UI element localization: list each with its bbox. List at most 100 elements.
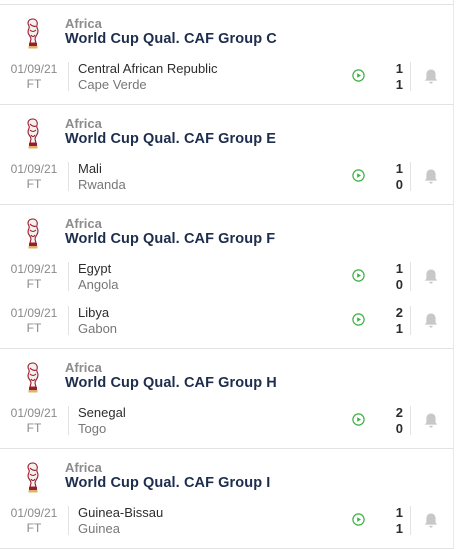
match-date-status: 01/09/21 FT	[8, 306, 60, 336]
match-rows: 01/09/21 FT Guinea-Bissau Guinea 1 1	[0, 504, 453, 548]
score-divider	[410, 406, 411, 435]
league-header[interactable]: Africa World Cup Qual. CAF Group C	[0, 5, 453, 60]
league-name[interactable]: World Cup Qual. CAF Group C	[65, 31, 277, 47]
match-rows: 01/09/21 FT Egypt Angola 1 0 01/09/21 FT…	[0, 260, 453, 348]
bell-icon[interactable]	[423, 168, 439, 185]
home-team: Libya	[78, 305, 110, 320]
league-region: Africa	[65, 216, 102, 231]
league-group: Africa World Cup Qual. CAF Group E 01/09…	[0, 105, 453, 204]
league-header[interactable]: Africa World Cup Qual. CAF Group E	[0, 105, 453, 160]
date-divider	[68, 406, 69, 435]
play-icon[interactable]	[352, 169, 365, 182]
world-cup-trophy-icon	[24, 118, 42, 150]
match-status: FT	[26, 321, 42, 335]
away-team: Guinea	[78, 521, 120, 536]
match-row[interactable]: 01/09/21 FT Libya Gabon 2 1	[0, 304, 453, 348]
match-rows: 01/09/21 FT Senegal Togo 2 0	[0, 404, 453, 448]
match-status: FT	[26, 521, 42, 535]
league-group: Africa World Cup Qual. CAF Group F 01/09…	[0, 205, 453, 348]
date-divider	[68, 62, 69, 91]
away-score: 1	[395, 521, 403, 536]
world-cup-trophy-icon	[24, 462, 42, 494]
home-score: 1	[395, 61, 403, 76]
date-divider	[68, 162, 69, 191]
match-date-status: 01/09/21 FT	[8, 262, 60, 292]
match-date: 01/09/21	[10, 262, 58, 276]
bell-icon[interactable]	[423, 268, 439, 285]
match-status: FT	[26, 421, 42, 435]
bell-icon[interactable]	[423, 512, 439, 529]
match-date: 01/09/21	[10, 162, 58, 176]
match-date-status: 01/09/21 FT	[8, 506, 60, 536]
league-name[interactable]: World Cup Qual. CAF Group E	[65, 131, 276, 147]
home-score: 1	[395, 261, 403, 276]
match-date: 01/09/21	[10, 406, 58, 420]
league-region: Africa	[65, 460, 102, 475]
bell-icon[interactable]	[423, 312, 439, 329]
match-status: FT	[26, 277, 42, 291]
away-team: Togo	[78, 421, 107, 436]
league-name[interactable]: World Cup Qual. CAF Group I	[65, 475, 270, 491]
match-date: 01/09/21	[10, 306, 58, 320]
league-name[interactable]: World Cup Qual. CAF Group H	[65, 375, 277, 391]
league-header[interactable]: Africa World Cup Qual. CAF Group H	[0, 349, 453, 404]
play-icon[interactable]	[352, 69, 365, 82]
away-team: Gabon	[78, 321, 118, 336]
world-cup-trophy-icon	[24, 18, 42, 50]
league-region: Africa	[65, 360, 102, 375]
date-divider	[68, 506, 69, 535]
home-team: Mali	[78, 161, 102, 176]
match-status: FT	[26, 177, 42, 191]
score-divider	[410, 162, 411, 191]
match-row[interactable]: 01/09/21 FT Senegal Togo 2 0	[0, 404, 453, 448]
match-row[interactable]: 01/09/21 FT Egypt Angola 1 0	[0, 260, 453, 304]
league-group: Africa World Cup Qual. CAF Group C 01/09…	[0, 5, 453, 104]
match-row[interactable]: 01/09/21 FT Central African Republic Cap…	[0, 60, 453, 104]
match-date-status: 01/09/21 FT	[8, 406, 60, 436]
match-date: 01/09/21	[10, 506, 58, 520]
match-rows: 01/09/21 FT Mali Rwanda 1 0	[0, 160, 453, 204]
match-rows: 01/09/21 FT Central African Republic Cap…	[0, 60, 453, 104]
score-divider	[410, 506, 411, 535]
score-divider	[410, 62, 411, 91]
home-score: 2	[395, 305, 403, 320]
match-list: Africa World Cup Qual. CAF Group C 01/09…	[0, 0, 454, 549]
away-score: 0	[395, 277, 403, 292]
home-team: Egypt	[78, 261, 112, 276]
away-score: 1	[395, 321, 403, 336]
away-team: Cape Verde	[78, 77, 147, 92]
away-score: 0	[395, 177, 403, 192]
match-row[interactable]: 01/09/21 FT Guinea-Bissau Guinea 1 1	[0, 504, 453, 548]
home-team: Senegal	[78, 405, 126, 420]
away-team: Rwanda	[78, 177, 126, 192]
league-group: Africa World Cup Qual. CAF Group H 01/09…	[0, 349, 453, 448]
score-divider	[410, 262, 411, 291]
away-team: Angola	[78, 277, 119, 292]
score-divider	[410, 306, 411, 335]
bell-icon[interactable]	[423, 68, 439, 85]
play-icon[interactable]	[352, 269, 365, 282]
home-team: Central African Republic	[78, 61, 218, 76]
play-icon[interactable]	[352, 513, 365, 526]
league-group: Africa World Cup Qual. CAF Group I 01/09…	[0, 449, 453, 548]
league-region: Africa	[65, 16, 102, 31]
home-score: 2	[395, 405, 403, 420]
play-icon[interactable]	[352, 413, 365, 426]
league-header[interactable]: Africa World Cup Qual. CAF Group F	[0, 205, 453, 260]
date-divider	[68, 262, 69, 291]
match-date: 01/09/21	[10, 62, 58, 76]
league-name[interactable]: World Cup Qual. CAF Group F	[65, 231, 275, 247]
match-date-status: 01/09/21 FT	[8, 162, 60, 192]
date-divider	[68, 306, 69, 335]
away-score: 1	[395, 77, 403, 92]
bell-icon[interactable]	[423, 412, 439, 429]
league-header[interactable]: Africa World Cup Qual. CAF Group I	[0, 449, 453, 504]
away-score: 0	[395, 421, 403, 436]
match-status: FT	[26, 77, 42, 91]
play-icon[interactable]	[352, 313, 365, 326]
league-region: Africa	[65, 116, 102, 131]
world-cup-trophy-icon	[24, 218, 42, 250]
world-cup-trophy-icon	[24, 362, 42, 394]
match-date-status: 01/09/21 FT	[8, 62, 60, 92]
match-row[interactable]: 01/09/21 FT Mali Rwanda 1 0	[0, 160, 453, 204]
